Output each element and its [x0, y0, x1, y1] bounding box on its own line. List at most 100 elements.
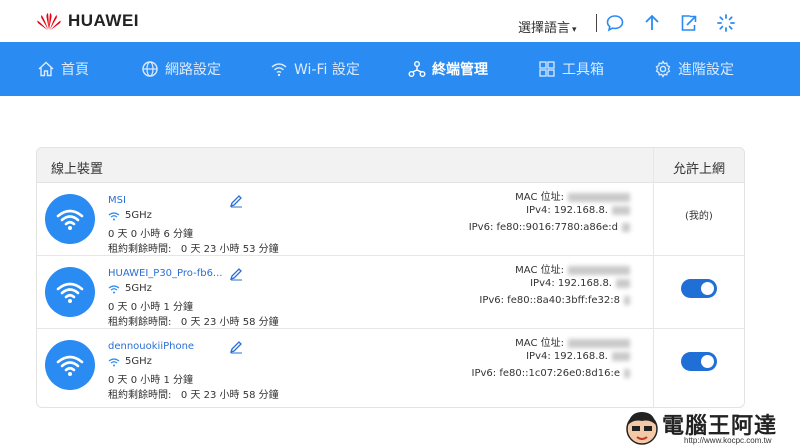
ipv4-redacted [612, 205, 630, 215]
my-device-label: (我的) [685, 211, 713, 222]
ipv6-redacted [624, 368, 630, 378]
ipv6-address: IPv6: fe80::9016:7780:a86e:d [469, 222, 630, 233]
ipv4-address: IPv4: 192.168.8. [526, 205, 630, 216]
nav-item-toolbox[interactable]: 工具箱 [538, 42, 604, 96]
device-avatar [45, 267, 95, 317]
edit-icon[interactable] [229, 340, 243, 354]
logout-icon[interactable] [679, 13, 699, 33]
ipv4-address: IPv4: 192.168.8. [530, 278, 630, 289]
device-band: 5GHz [108, 210, 152, 221]
nav-item-label: 工具箱 [562, 62, 604, 78]
upgrade-icon[interactable] [642, 13, 662, 33]
watermark: 電腦王阿達 http://www.kocpc.com.tw [622, 407, 800, 448]
ipv4-redacted [612, 351, 630, 361]
nav-item-device-management[interactable]: 終端管理 [408, 42, 488, 96]
ipv6-text: IPv6: fe80::8a40:3bff:fe32:8 [479, 295, 620, 306]
band-label: 5GHz [125, 356, 152, 367]
nav-item-label: Wi-Fi 設定 [294, 62, 360, 78]
ipv6-address: IPv6: fe80::8a40:3bff:fe32:8 [479, 295, 630, 306]
wifi-icon [56, 282, 84, 303]
nav-item-label: 進階設定 [678, 62, 734, 78]
top-bar: HUAWEI 選擇語言 ▾ [0, 0, 800, 42]
device-name[interactable]: HUAWEI_P30_Pro-fb6... [108, 268, 222, 279]
watermark-url: http://www.kocpc.com.tw [684, 436, 772, 445]
nav-item-home[interactable]: 首頁 [37, 42, 89, 96]
ipv6-address: IPv6: fe80::1c07:26e0:8d16:e [472, 368, 630, 379]
ipv6-redacted [622, 222, 630, 232]
chevron-down-icon: ▾ [572, 25, 577, 35]
mac-redacted [568, 338, 630, 348]
online-time: 0 天 0 小時 6 分鐘 [108, 229, 193, 240]
mac-redacted [568, 265, 630, 275]
panel-header: 線上裝置 允許上網 [37, 148, 744, 183]
band-label: 5GHz [125, 283, 152, 294]
ipv6-text: IPv6: fe80::1c07:26e0:8d16:e [471, 368, 620, 379]
language-label: 選擇語言 [518, 21, 571, 36]
wifi-icon [108, 211, 120, 220]
mac-label: MAC 位址: [515, 338, 564, 349]
ipv4-text: IPv4: 192.168.8. [526, 351, 608, 362]
mac-label: MAC 位址: [515, 265, 564, 276]
device-row: dennouokiiPhone 5GHz 0 天 0 小時 1 分鐘 租約剩餘時… [37, 329, 744, 401]
ipv4-redacted [616, 278, 630, 288]
lease-remaining: 租約剩餘時間: 0 天 23 小時 58 分鐘 [108, 317, 279, 328]
online-time: 0 天 0 小時 1 分鐘 [108, 375, 193, 386]
mac-address: MAC 位址: [515, 188, 630, 203]
nav-item-label: 首頁 [61, 62, 89, 78]
wifi-icon [108, 357, 120, 366]
online-devices-panel: 線上裝置 允許上網 MSI 5GHz 0 天 0 小時 6 分鐘 租約剩餘時間:… [36, 147, 745, 408]
message-icon[interactable] [605, 13, 625, 33]
nav-item-label: 終端管理 [432, 62, 488, 78]
device-avatar [45, 194, 95, 244]
toolbox-icon [539, 61, 555, 77]
wifi-icon [56, 209, 84, 230]
huawei-logo[interactable]: HUAWEI [36, 11, 139, 31]
mac-address: MAC 位址: [515, 261, 630, 276]
nav-item-network-settings[interactable]: 網路設定 [141, 42, 221, 96]
globe-icon [142, 61, 158, 77]
device-avatar [45, 340, 95, 390]
device-name[interactable]: MSI [108, 195, 126, 206]
nav-item-label: 網路設定 [165, 62, 221, 78]
ipv6-redacted [624, 295, 630, 305]
nav-item-wifi-settings[interactable]: Wi-Fi 設定 [270, 42, 360, 96]
brand-name: HUAWEI [68, 11, 139, 30]
wifi-icon [271, 63, 287, 77]
wifi-icon [56, 355, 84, 376]
gear-icon [655, 60, 671, 78]
mascot-icon [626, 412, 658, 445]
divider [596, 14, 597, 32]
ipv6-text: IPv6: fe80::9016:7780:a86e:d [468, 222, 618, 233]
language-selector[interactable]: 選擇語言 ▾ [518, 17, 577, 36]
ipv4-text: IPv4: 192.168.8. [526, 205, 608, 216]
loading-icon [717, 14, 735, 32]
lease-remaining: 租約剩餘時間: 0 天 23 小時 53 分鐘 [108, 244, 279, 255]
ipv4-text: IPv4: 192.168.8. [530, 278, 612, 289]
device-band: 5GHz [108, 283, 152, 294]
mac-address: MAC 位址: [515, 334, 630, 349]
edit-icon[interactable] [229, 194, 243, 208]
mac-label: MAC 位址: [515, 192, 564, 203]
lease-remaining: 租約剩餘時間: 0 天 23 小時 58 分鐘 [108, 390, 279, 401]
device-name[interactable]: dennouokiiPhone [108, 341, 194, 352]
device-band: 5GHz [108, 356, 152, 367]
device-row: HUAWEI_P30_Pro-fb6... 5GHz 0 天 0 小時 1 分鐘… [37, 256, 744, 329]
allow-internet-toggle[interactable] [681, 352, 717, 371]
devices-icon [408, 61, 426, 77]
mac-redacted [568, 192, 630, 202]
main-nav: 首頁 網路設定 Wi-Fi 設定 終端管理 工具箱 進階設定 [0, 42, 800, 96]
wifi-icon [108, 284, 120, 293]
toggle-knob [701, 282, 714, 295]
device-row: MSI 5GHz 0 天 0 小時 6 分鐘 租約剩餘時間: 0 天 23 小時… [37, 183, 744, 256]
huawei-logo-icon [37, 13, 61, 31]
online-time: 0 天 0 小時 1 分鐘 [108, 302, 193, 313]
toggle-knob [701, 355, 714, 368]
allow-internet-header: 允許上網 [673, 162, 726, 177]
band-label: 5GHz [125, 210, 152, 221]
allow-internet-toggle[interactable] [681, 279, 717, 298]
ipv4-address: IPv4: 192.168.8. [526, 351, 630, 362]
nav-item-advanced-settings[interactable]: 進階設定 [654, 42, 734, 96]
edit-icon[interactable] [229, 267, 243, 281]
home-icon [38, 61, 54, 77]
panel-title: 線上裝置 [51, 162, 104, 177]
